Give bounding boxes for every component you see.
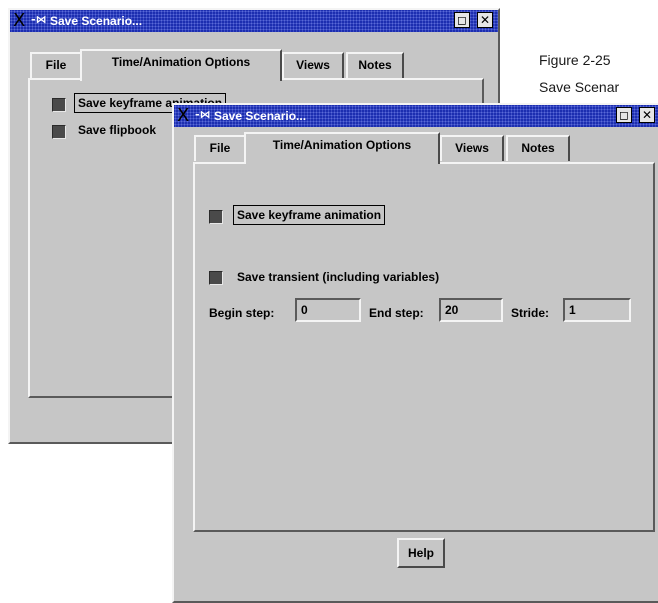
tab-bar-front: File Time/Animation Options Views Notes	[194, 132, 654, 164]
help-button[interactable]: Help	[397, 538, 445, 568]
pin-icon[interactable]: -⋈	[31, 13, 47, 26]
save-keyframe-checkbox[interactable]	[52, 98, 66, 112]
save-flipbook-checkbox[interactable]	[52, 125, 66, 139]
end-step-input[interactable]: 20	[439, 298, 503, 322]
tab-time-animation-options[interactable]: Time/Animation Options	[244, 132, 440, 164]
stride-input[interactable]: 1	[563, 298, 631, 322]
maximize-icon[interactable]: ◻	[616, 107, 632, 123]
tab-views[interactable]: Views	[282, 52, 344, 78]
close-icon[interactable]: ✕	[639, 107, 655, 123]
stride-label: Stride:	[511, 306, 550, 320]
save-scenario-window-front: X -⋈ Save Scenario... ◻ ✕ File Time/Anim…	[172, 103, 658, 603]
save-transient-label[interactable]: Save transient (including variables)	[237, 270, 439, 284]
tab-file[interactable]: File	[194, 135, 246, 161]
tab-notes[interactable]: Notes	[346, 52, 404, 78]
close-icon[interactable]: ✕	[477, 12, 493, 28]
caption-line-1: Save Scenar	[539, 79, 620, 95]
tab-notes[interactable]: Notes	[506, 135, 570, 161]
figure-number: Figure 2-25	[539, 52, 611, 68]
save-transient-checkbox[interactable]	[209, 271, 223, 285]
title-bar[interactable]: X -⋈ Save Scenario... ◻ ✕	[10, 10, 498, 32]
begin-step-label: Begin step:	[209, 306, 275, 320]
tab-file[interactable]: File	[30, 52, 82, 78]
save-keyframe-label[interactable]: Save keyframe animation	[233, 205, 386, 225]
end-step-label: End step:	[369, 306, 424, 320]
x-logo-icon[interactable]: X	[13, 11, 25, 31]
tab-bar: File Time/Animation Options Views Notes	[30, 49, 490, 81]
window-title: Save Scenario...	[50, 14, 143, 28]
title-bar[interactable]: X -⋈ Save Scenario... ◻ ✕	[174, 105, 658, 127]
begin-step-input[interactable]: 0	[295, 298, 361, 322]
x-logo-icon[interactable]: X	[177, 106, 189, 126]
pin-icon[interactable]: -⋈	[195, 108, 211, 121]
options-panel: Save keyframe animation Save transient (…	[193, 162, 655, 532]
maximize-icon[interactable]: ◻	[454, 12, 470, 28]
save-flipbook-label[interactable]: Save flipbook	[78, 123, 156, 137]
tab-views[interactable]: Views	[440, 135, 504, 161]
window-title: Save Scenario...	[214, 109, 307, 123]
tab-time-animation-options[interactable]: Time/Animation Options	[80, 49, 282, 81]
save-keyframe-checkbox[interactable]	[209, 210, 223, 224]
